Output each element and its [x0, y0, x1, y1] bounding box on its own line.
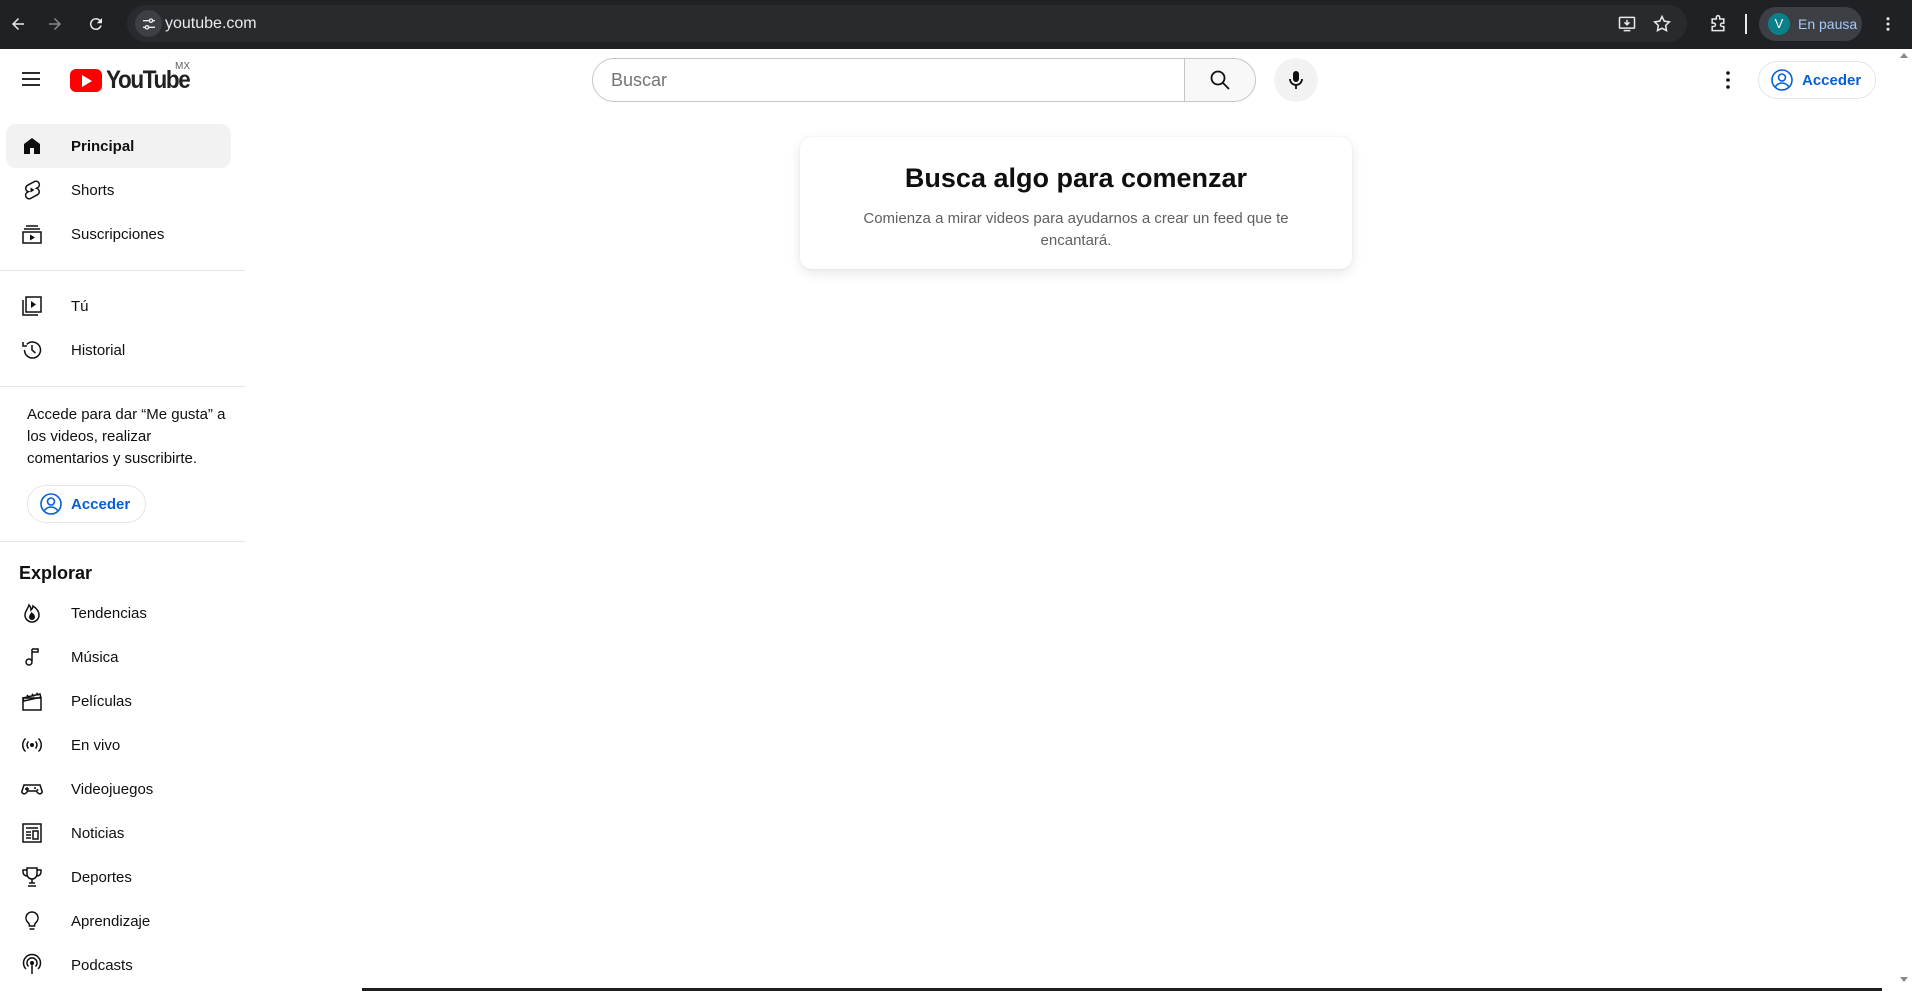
- movies-icon: [20, 689, 44, 713]
- masthead: YouTube MX Acceder: [0, 49, 1912, 111]
- youtube-logo[interactable]: YouTube MX: [70, 61, 199, 94]
- toolbar-separator: [1745, 14, 1747, 34]
- you-icon: [20, 294, 44, 318]
- more-vert-icon: [1726, 71, 1730, 89]
- sidebar-item-musica[interactable]: Música: [6, 635, 231, 679]
- back-button[interactable]: [4, 10, 32, 38]
- signin-prompt-text: Accede para dar “Me gusta” a los videos,…: [27, 406, 226, 467]
- forward-button[interactable]: [41, 10, 69, 38]
- home-icon: [20, 134, 44, 158]
- sidebar-item-peliculas[interactable]: Películas: [6, 679, 231, 723]
- sidebar-item-deportes[interactable]: Deportes: [6, 855, 231, 899]
- sidebar-item-noticias[interactable]: Noticias: [6, 811, 231, 855]
- voice-search-button[interactable]: [1274, 58, 1318, 102]
- sidebar-signin-button[interactable]: Acceder: [27, 485, 146, 523]
- gaming-icon: [20, 777, 44, 801]
- sidebar-item-podcasts[interactable]: Podcasts: [6, 943, 231, 987]
- signin-button[interactable]: Acceder: [1758, 61, 1876, 99]
- sidebar-item-label: Tendencias: [71, 604, 147, 622]
- search-bar: [592, 58, 1256, 102]
- podcasts-icon: [20, 953, 44, 977]
- sidebar-item-label: Música: [71, 648, 119, 666]
- url-text[interactable]: youtube.com: [165, 5, 257, 42]
- sidebar-item-label: Videojuegos: [71, 780, 154, 798]
- learning-lightbulb-icon: [20, 909, 44, 933]
- search-input[interactable]: [611, 59, 1171, 101]
- settings-menu-button[interactable]: [1708, 60, 1748, 100]
- sidebar-item-historial[interactable]: Historial: [6, 328, 231, 372]
- search-button[interactable]: [1184, 58, 1256, 102]
- back-arrow-icon: [12, 18, 24, 30]
- empty-feed-description: Comienza a mirar videos para ayudarnos a…: [863, 210, 1289, 249]
- sidebar-item-shorts[interactable]: Shorts: [6, 168, 231, 212]
- sidebar-item-label: Principal: [71, 137, 135, 155]
- sidebar-item-label: Suscripciones: [71, 225, 165, 243]
- kebab-menu-icon: [1886, 17, 1890, 31]
- reload-button[interactable]: [82, 10, 110, 38]
- youtube-play-icon: [70, 68, 102, 92]
- install-app-icon[interactable]: [1616, 13, 1638, 35]
- sidebar-divider: [0, 270, 245, 271]
- microphone-icon: [1289, 71, 1303, 89]
- browser-menu-button[interactable]: [1874, 10, 1902, 38]
- sidebar-item-videojuegos[interactable]: Videojuegos: [6, 767, 231, 811]
- scroll-down-arrow[interactable]: [1900, 977, 1908, 982]
- live-icon: [20, 733, 44, 757]
- sidebar-item-label: En vivo: [71, 736, 121, 754]
- search-box[interactable]: [592, 58, 1185, 102]
- signin-label: Acceder: [1802, 71, 1862, 89]
- subscriptions-icon: [20, 222, 44, 246]
- sidebar-item-label: Podcasts: [71, 956, 133, 974]
- sidebar-item-tu[interactable]: Tú: [6, 284, 231, 328]
- sidebar-item-tendencias[interactable]: Tendencias: [6, 591, 231, 635]
- profile-avatar: V: [1768, 13, 1790, 35]
- signin-label: Acceder: [71, 495, 131, 513]
- sidebar-item-principal[interactable]: Principal: [6, 124, 231, 168]
- sidebar-item-en-vivo[interactable]: En vivo: [6, 723, 231, 767]
- guide-sidebar: Principal Shorts Suscripciones Tú Histor…: [0, 111, 245, 991]
- music-icon: [20, 645, 44, 669]
- account-circle-icon: [1770, 68, 1794, 92]
- address-bar[interactable]: youtube.com: [127, 5, 1687, 42]
- sidebar-item-suscripciones[interactable]: Suscripciones: [6, 212, 231, 256]
- empty-feed-title: Busca algo para comenzar: [904, 163, 1248, 193]
- account-circle-icon: [39, 492, 63, 516]
- sidebar-item-label: Aprendizaje: [71, 912, 151, 930]
- sidebar-divider: [0, 386, 245, 387]
- profile-button[interactable]: V En pausa: [1759, 7, 1862, 41]
- sidebar-item-label: Historial: [71, 341, 126, 359]
- reload-icon: [89, 18, 102, 31]
- sidebar-item-label: Shorts: [71, 181, 115, 199]
- empty-feed-card: Busca algo para comenzar Comienza a mira…: [800, 137, 1352, 269]
- news-icon: [20, 821, 44, 845]
- search-icon: [1210, 70, 1230, 90]
- explore-section-title: Explorar: [19, 563, 93, 583]
- sidebar-item-label: Deportes: [71, 868, 132, 886]
- sidebar-item-label: Noticias: [71, 824, 125, 842]
- sports-trophy-icon: [20, 865, 44, 889]
- hamburger-icon: [22, 72, 40, 86]
- browser-toolbar: youtube.com V En pausa: [0, 0, 1912, 49]
- puzzle-icon: [1711, 14, 1725, 32]
- sidebar-divider: [0, 541, 245, 542]
- sidebar-item-aprendizaje[interactable]: Aprendizaje: [6, 899, 231, 943]
- region-code: MX: [175, 61, 190, 72]
- profile-status: En pausa: [1798, 16, 1858, 32]
- scroll-up-arrow[interactable]: [1900, 53, 1908, 58]
- forward-arrow-icon: [49, 18, 61, 30]
- shorts-icon: [20, 178, 44, 202]
- site-info-button[interactable]: [135, 10, 162, 37]
- guide-menu-button[interactable]: [11, 59, 51, 99]
- sidebar-item-label: Tú: [71, 297, 89, 315]
- history-icon: [20, 338, 44, 362]
- sidebar-item-label: Películas: [71, 692, 132, 710]
- trending-icon: [20, 601, 44, 625]
- bookmark-star-icon[interactable]: [1651, 13, 1673, 35]
- extensions-button[interactable]: [1704, 10, 1732, 38]
- tune-icon: [142, 17, 155, 30]
